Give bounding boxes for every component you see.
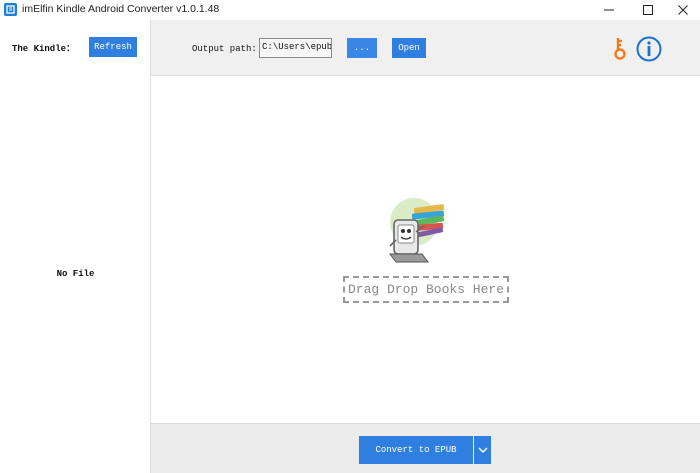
output-path-field[interactable]: C:\Users\epubo\	[259, 38, 332, 58]
kindle-label: The Kindle：	[12, 44, 76, 54]
app-icon	[4, 3, 17, 16]
open-button[interactable]: Open	[392, 38, 426, 58]
empty-state-text: No File	[56, 269, 95, 279]
key-icon[interactable]	[612, 35, 632, 61]
browse-button[interactable]: ...	[347, 38, 377, 58]
drop-area[interactable]: Drag Drop Books Here	[151, 76, 700, 423]
toolbar: Output path: C:\Users\epubo\ ... Open	[151, 20, 700, 76]
maximize-button[interactable]	[631, 0, 665, 20]
minimize-button[interactable]	[592, 0, 626, 20]
info-icon[interactable]	[635, 35, 663, 63]
minimize-icon	[604, 9, 614, 11]
convert-button[interactable]: Convert to EPUB	[359, 436, 473, 464]
window-title: imElfin Kindle Android Converter v1.0.1.…	[22, 3, 220, 15]
title-bar: imElfin Kindle Android Converter v1.0.1.…	[0, 0, 700, 20]
close-icon	[678, 5, 688, 15]
close-button[interactable]	[666, 0, 700, 20]
output-path-label: Output path:	[192, 44, 257, 54]
maximize-icon	[643, 5, 653, 15]
kindle-panel: The Kindle： Refresh No File	[0, 20, 151, 473]
book-reader-illustration	[389, 198, 445, 263]
chevron-down-icon	[478, 447, 487, 453]
drop-zone-hint[interactable]: Drag Drop Books Here	[343, 276, 509, 303]
bottom-bar: Convert to EPUB	[151, 423, 700, 473]
format-dropdown-button[interactable]	[474, 436, 491, 464]
refresh-button[interactable]: Refresh	[89, 37, 137, 57]
